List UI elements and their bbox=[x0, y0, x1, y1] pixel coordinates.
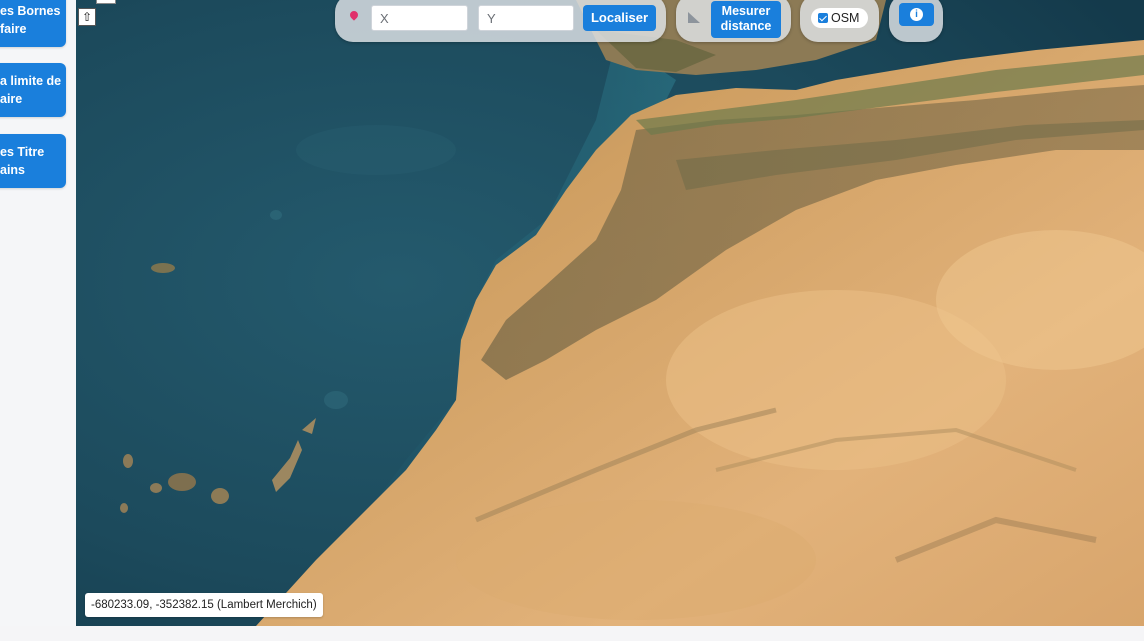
sidebar-item-label: faire bbox=[0, 22, 27, 36]
map-view[interactable] bbox=[76, 0, 1144, 626]
info-icon: i bbox=[910, 8, 923, 21]
collapse-arrow-icon[interactable]: ⇧ bbox=[78, 8, 96, 26]
sidebar-item-titres[interactable]: es Titre ains bbox=[0, 134, 66, 188]
sidebar: es Bornes faire a limite de aire es Titr… bbox=[0, 0, 77, 626]
measure-label-line1: Mesurer bbox=[721, 4, 771, 18]
ruler-icon bbox=[688, 12, 700, 23]
measure-label-line2: distance bbox=[720, 19, 772, 33]
osm-toggle[interactable]: OSM bbox=[811, 8, 868, 28]
sidebar-item-limite[interactable]: a limite de aire bbox=[0, 63, 66, 117]
sidebar-item-label: es Titre bbox=[0, 145, 45, 159]
info-button[interactable]: i bbox=[899, 3, 934, 26]
sidebar-item-label: ains bbox=[0, 163, 26, 177]
satellite-imagery bbox=[76, 0, 1144, 626]
coordinate-readout: -680233.09, -352382.15 (Lambert Merchich… bbox=[85, 593, 323, 617]
map-control-tab[interactable] bbox=[96, 0, 116, 4]
checkbox-checked-icon[interactable] bbox=[818, 13, 828, 23]
measure-distance-button[interactable]: Mesurer distance bbox=[711, 1, 781, 38]
x-coordinate-input[interactable] bbox=[371, 5, 468, 31]
y-coordinate-input[interactable] bbox=[478, 5, 574, 31]
sidebar-item-label: es Bornes bbox=[0, 4, 61, 18]
sidebar-item-label: aire bbox=[0, 92, 23, 106]
localiser-button[interactable]: Localiser bbox=[583, 5, 656, 31]
page-footer bbox=[0, 626, 1144, 641]
sidebar-item-bornes[interactable]: es Bornes faire bbox=[0, 0, 66, 47]
sidebar-item-label: a limite de bbox=[0, 74, 62, 88]
osm-label: OSM bbox=[831, 11, 860, 25]
